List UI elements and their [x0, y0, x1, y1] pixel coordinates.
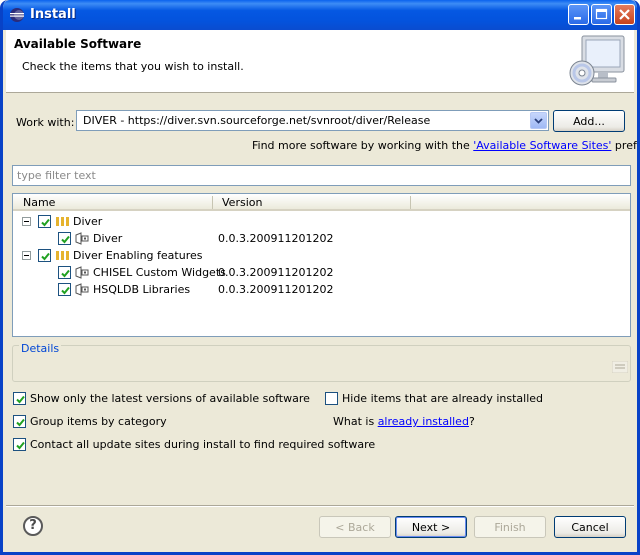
feature-plugin-icon	[75, 232, 89, 245]
tree-item-label: Diver	[93, 232, 123, 245]
dialog-header: Available Software Check the items that …	[6, 30, 634, 93]
checkmark-icon	[16, 441, 25, 450]
option-hide-installed[interactable]: Hide items that are already installed	[325, 391, 545, 406]
scroll-grip-icon[interactable]	[612, 361, 628, 373]
column-name[interactable]: Name	[23, 196, 55, 209]
available-software-sites-link[interactable]: 'Available Software Sites'	[473, 139, 611, 152]
page-description: Check the items that you wish to install…	[22, 60, 244, 73]
checkbox-checked[interactable]	[58, 266, 71, 279]
minimize-button[interactable]	[568, 4, 589, 25]
details-label: Details	[19, 342, 62, 355]
software-tree[interactable]: Name Version Diver Diver 0.0.3.200911201…	[12, 193, 631, 337]
option-label: Contact all update sites during install …	[30, 438, 376, 451]
checkbox-checked[interactable]	[13, 438, 26, 451]
close-icon	[619, 9, 630, 20]
tree-row-diver[interactable]: Diver 0.0.3.200911201202	[13, 230, 613, 247]
column-version[interactable]: Version	[222, 196, 262, 209]
checkbox-checked[interactable]	[13, 392, 26, 405]
option-group-category[interactable]: Group items by category	[13, 414, 213, 429]
tree-header: Name Version	[13, 194, 630, 211]
tree-row-hsqldb[interactable]: HSQLDB Libraries 0.0.3.200911201202	[13, 281, 613, 298]
back-button[interactable]: < Back	[319, 516, 391, 538]
column-divider[interactable]	[410, 196, 411, 209]
option-label: Hide items that are already installed	[342, 392, 544, 405]
maximize-button[interactable]	[591, 4, 612, 25]
tree-item-version: 0.0.3.200911201202	[218, 232, 334, 245]
maximize-icon	[595, 8, 608, 20]
window-title: Install	[30, 7, 76, 22]
checkmark-icon	[61, 235, 70, 244]
tree-item-label: Diver Enabling features	[73, 249, 203, 262]
checkmark-icon	[61, 286, 70, 295]
filter-placeholder: type filter text	[17, 169, 96, 182]
button-bar-separator	[6, 505, 634, 507]
category-icon	[56, 251, 69, 260]
checkmark-icon	[16, 418, 25, 427]
what-is-prefix: What is	[333, 415, 378, 428]
tree-item-label: HSQLDB Libraries	[93, 283, 191, 296]
computer-install-icon	[569, 35, 625, 86]
work-with-combo[interactable]: DIVER - https://diver.svn.sourceforge.ne…	[76, 110, 549, 131]
page-title: Available Software	[14, 37, 142, 51]
chevron-down-icon	[534, 118, 543, 124]
checkbox-checked[interactable]	[13, 415, 26, 428]
combo-dropdown-button[interactable]	[530, 112, 547, 129]
find-more-suffix: preferences.	[614, 139, 637, 152]
checkmark-icon	[41, 218, 50, 227]
minimize-icon	[574, 17, 581, 20]
help-icon[interactable]: ?	[23, 516, 43, 536]
work-with-label: Work with:	[16, 116, 75, 129]
finish-button[interactable]: Finish	[474, 516, 546, 538]
find-more-prefix: Find more software by working with the	[252, 139, 474, 152]
feature-plugin-icon	[75, 266, 89, 279]
tree-item-label: CHISEL Custom Widgets	[93, 266, 226, 279]
already-installed-link[interactable]: already installed	[378, 415, 469, 428]
find-more-text: Find more software by working with the '…	[252, 139, 637, 152]
what-is-suffix: ?	[468, 415, 475, 428]
checkbox-unchecked[interactable]	[325, 392, 338, 405]
option-label: Show only the latest versions of availab…	[30, 392, 310, 405]
work-with-value: DIVER - https://diver.svn.sourceforge.ne…	[83, 114, 431, 127]
tree-row-chisel[interactable]: CHISEL Custom Widgets 0.0.3.200911201202	[13, 264, 613, 281]
tree-row-category-diver[interactable]: Diver	[13, 213, 613, 230]
checkbox-checked[interactable]	[58, 232, 71, 245]
option-label: Group items by category	[30, 415, 167, 428]
eclipse-icon	[10, 8, 24, 22]
add-site-button[interactable]: Add...	[553, 110, 625, 132]
next-button[interactable]: Next >	[395, 516, 467, 538]
tree-item-version: 0.0.3.200911201202	[218, 283, 334, 296]
close-button[interactable]	[614, 4, 635, 25]
checkbox-checked[interactable]	[38, 249, 51, 262]
details-group	[12, 345, 631, 382]
option-contact-sites[interactable]: Contact all update sites during install …	[13, 437, 375, 452]
column-divider[interactable]	[212, 196, 213, 209]
tree-item-label: Diver	[73, 215, 103, 228]
tree-item-version: 0.0.3.200911201202	[218, 266, 334, 279]
option-show-latest[interactable]: Show only the latest versions of availab…	[13, 391, 313, 406]
install-window: Install Available Software Check the ite…	[0, 0, 640, 555]
checkmark-icon	[41, 252, 50, 261]
what-is-installed-text: What is already installed?	[333, 415, 475, 428]
cancel-button[interactable]: Cancel	[554, 516, 626, 538]
checkbox-checked[interactable]	[58, 283, 71, 296]
filter-input[interactable]: type filter text	[12, 165, 631, 186]
feature-plugin-icon	[75, 283, 89, 296]
collapse-icon[interactable]	[22, 217, 31, 226]
checkbox-checked[interactable]	[38, 215, 51, 228]
title-bar[interactable]: Install	[3, 0, 637, 30]
checkmark-icon	[61, 269, 70, 278]
checkmark-icon	[16, 395, 25, 404]
collapse-icon[interactable]	[22, 251, 31, 260]
category-icon	[56, 217, 69, 226]
tree-row-category-enabling[interactable]: Diver Enabling features	[13, 247, 613, 264]
